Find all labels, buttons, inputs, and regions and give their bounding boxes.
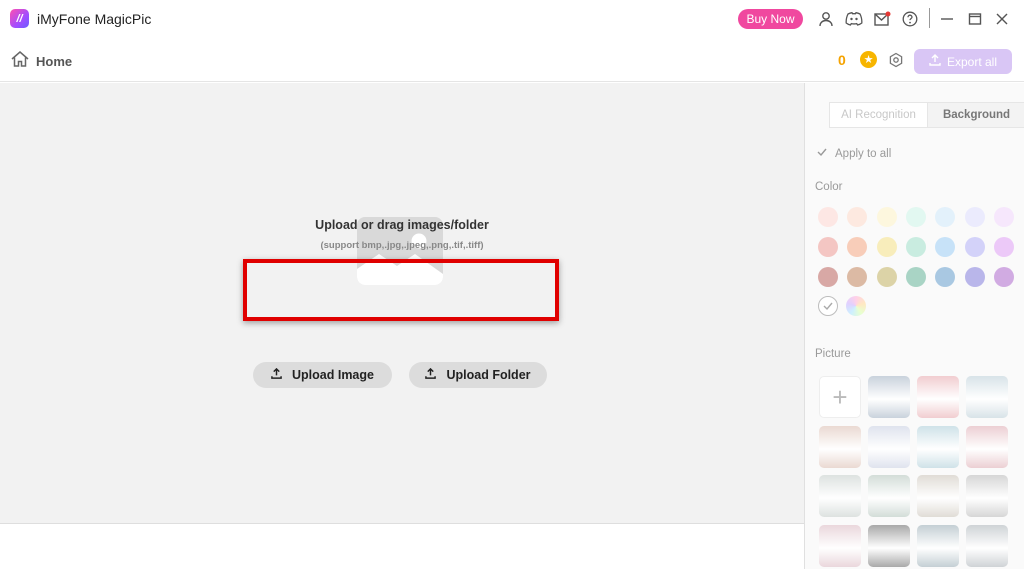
background-picture-thumbnail[interactable] <box>868 524 910 567</box>
upload-image-button[interactable]: Upload Image <box>253 362 392 388</box>
discord-icon[interactable] <box>844 9 864 29</box>
credit-count: 0 <box>838 52 846 68</box>
toolbar: Home 0 ★ Export all <box>0 38 1024 82</box>
background-picture-thumbnail[interactable] <box>917 524 959 567</box>
color-swatch[interactable] <box>876 237 897 257</box>
color-swatch[interactable] <box>993 237 1014 257</box>
color-swatch[interactable] <box>818 237 838 257</box>
upload-folder-button[interactable]: Upload Folder <box>409 362 547 388</box>
background-picture-thumbnail[interactable] <box>819 475 861 517</box>
tab-ai-recognition[interactable]: AI Recognition <box>830 103 927 127</box>
upload-image-label: Upload Image <box>292 368 374 382</box>
picture-section-label: Picture <box>815 348 851 360</box>
background-picture-thumbnail[interactable] <box>868 425 910 468</box>
color-swatch[interactable] <box>876 207 897 227</box>
color-swatch[interactable] <box>818 207 838 227</box>
panel-tabs: AI Recognition Background <box>829 102 1024 128</box>
color-swatch[interactable] <box>905 237 926 257</box>
home-icon <box>10 50 30 73</box>
app-logo-icon: // <box>10 9 29 28</box>
bottom-bar <box>0 523 804 569</box>
custom-color-picker-icon[interactable] <box>846 296 866 316</box>
minimize-icon[interactable] <box>937 9 957 29</box>
settings-icon[interactable] <box>886 50 906 70</box>
upload-icon <box>271 367 282 382</box>
background-picture-thumbnail[interactable] <box>966 425 1008 468</box>
mail-notification-icon[interactable] <box>872 9 892 29</box>
background-picture-thumbnail[interactable] <box>917 475 959 517</box>
export-icon <box>929 54 941 69</box>
apply-to-all-label: Apply to all <box>835 147 892 160</box>
add-picture-button[interactable]: + <box>819 376 861 418</box>
upload-folder-label: Upload Folder <box>446 368 531 382</box>
app-title: iMyFone MagicPic <box>37 11 152 27</box>
account-icon[interactable] <box>816 9 836 29</box>
upload-formats: (support bmp,.jpg,.jpeg,.png,.tif,.tiff) <box>320 240 484 251</box>
color-swatch[interactable] <box>964 207 985 227</box>
home-button[interactable]: Home <box>10 50 72 73</box>
upload-icon <box>425 367 437 382</box>
no-color-swatch[interactable] <box>818 296 838 316</box>
background-picture-thumbnail[interactable] <box>819 524 861 567</box>
background-picture-thumbnail[interactable] <box>966 376 1008 418</box>
color-swatch[interactable] <box>993 207 1014 227</box>
background-picture-thumbnail[interactable] <box>917 425 959 468</box>
background-picture-thumbnail[interactable] <box>819 425 861 468</box>
close-icon[interactable] <box>992 9 1012 29</box>
background-picture-thumbnail[interactable] <box>868 475 910 517</box>
color-swatch[interactable] <box>905 267 926 287</box>
color-swatch[interactable] <box>905 207 926 227</box>
export-all-label: Export all <box>946 54 998 69</box>
upload-title: Upload or drag images/folder <box>315 218 489 232</box>
color-swatch[interactable] <box>964 267 985 287</box>
apply-to-all-option[interactable]: Apply to all <box>817 147 891 160</box>
color-section-label: Color <box>815 181 843 193</box>
help-icon[interactable] <box>900 9 920 29</box>
color-swatch[interactable] <box>964 237 985 257</box>
color-swatch[interactable] <box>876 267 897 287</box>
star-coin-icon[interactable]: ★ <box>860 51 877 68</box>
color-swatch[interactable] <box>993 267 1014 287</box>
background-picture-thumbnail[interactable] <box>966 475 1008 517</box>
highlight-box <box>243 259 559 321</box>
export-all-button[interactable]: Export all <box>914 49 1012 74</box>
color-swatch[interactable] <box>818 267 838 287</box>
background-picture-thumbnail[interactable] <box>917 376 959 418</box>
tab-background[interactable]: Background <box>927 103 1024 127</box>
home-label: Home <box>36 54 73 69</box>
buy-now-button[interactable]: Buy Now <box>738 9 803 29</box>
title-bar: // iMyFone MagicPic Buy Now <box>0 0 1024 38</box>
background-picture-thumbnail[interactable] <box>868 376 910 418</box>
checkmark-icon <box>817 147 827 160</box>
background-picture-thumbnail[interactable] <box>966 524 1008 567</box>
title-bar-divider <box>929 8 930 28</box>
maximize-icon[interactable] <box>965 9 985 29</box>
